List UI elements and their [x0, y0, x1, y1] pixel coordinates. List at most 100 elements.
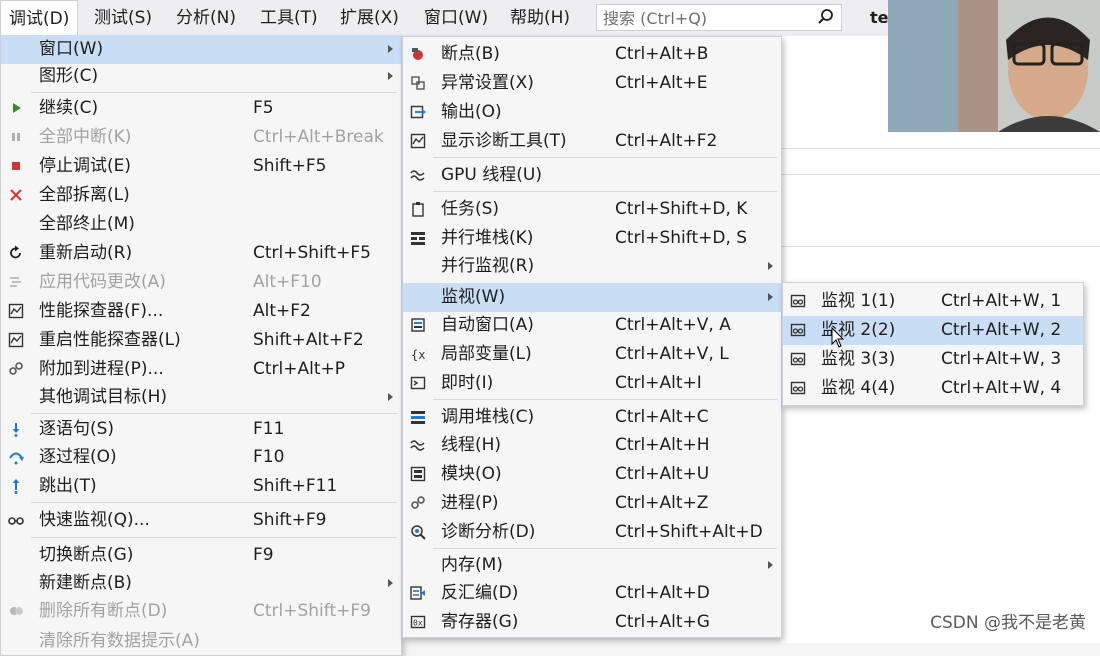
menu-item-label: 自动窗口(A): [441, 315, 534, 335]
detach-icon: [10, 189, 22, 201]
attach-icon: [9, 362, 23, 375]
menu-item-diagnostic-analysis[interactable]: 诊断分析(D) Ctrl+Shift+Alt+D: [403, 518, 781, 547]
breakpoint-icon: [412, 48, 423, 60]
menu-item-shortcut: Ctrl+Alt+F2: [615, 131, 718, 151]
menu-item-show-diagnostic-tools[interactable]: 显示诊断工具(T) Ctrl+Alt+F2: [403, 127, 781, 156]
menu-separator: [31, 502, 397, 503]
menu-item-disassembly[interactable]: 反汇编(D) Ctrl+Alt+D: [403, 579, 781, 608]
menu-item-call-stack[interactable]: 调用堆栈(C) Ctrl+Alt+C: [403, 403, 781, 432]
menu-item-memory[interactable]: 内存(M): [403, 551, 781, 580]
search-box[interactable]: [596, 4, 842, 31]
menu-item-label: 监视(W): [441, 287, 506, 307]
menu-item-restart[interactable]: 重新启动(R) Ctrl+Shift+F5: [1, 239, 401, 268]
menu-item-watch-1[interactable]: 监视 1(1) Ctrl+Alt+W, 1: [783, 287, 1083, 316]
menu-item-other-debug-targets[interactable]: 其他调试目标(H): [1, 383, 401, 412]
menu-item-exception-settings[interactable]: 异常设置(X) Ctrl+Alt+E: [403, 69, 781, 98]
menu-item-shortcut: Ctrl+Shift+D, S: [615, 228, 748, 248]
menu-item-shortcut: Ctrl+Shift+F9: [253, 601, 371, 621]
menu-test[interactable]: 测试(S): [86, 0, 160, 36]
menu-item-parallel-stacks[interactable]: 并行堆栈(K) Ctrl+Shift+D, S: [403, 224, 781, 253]
menu-item-autos[interactable]: 自动窗口(A) Ctrl+Alt+V, A: [403, 311, 781, 340]
menu-item-locals[interactable]: {x} 局部变量(L) Ctrl+Alt+V, L: [403, 340, 781, 369]
menu-item-step-out[interactable]: 跳出(T) Shift+F11: [1, 472, 401, 501]
menu-item-performance-profiler[interactable]: 性能探查器(F)... Alt+F2: [1, 297, 401, 326]
step-into-icon: [12, 423, 20, 437]
menu-analyze[interactable]: 分析(N): [168, 0, 244, 36]
menu-separator: [31, 537, 397, 538]
menu-item-label: 图形(C): [39, 66, 99, 86]
menu-item-output[interactable]: 输出(O): [403, 98, 781, 127]
menu-item-shortcut: Ctrl+Alt+U: [615, 464, 710, 484]
menu-item-watch[interactable]: 监视(W): [403, 283, 781, 312]
menu-item-label: 并行堆栈(K): [441, 228, 534, 248]
stop-icon: [12, 162, 20, 170]
parallel-stack-icon: [411, 232, 425, 245]
apply-code-icon: [10, 277, 21, 287]
menu-item-label: GPU 线程(U): [441, 165, 542, 185]
menu-item-label: 寄存器(G): [441, 612, 519, 632]
menu-help[interactable]: 帮助(H): [502, 0, 578, 36]
menu-extensions[interactable]: 扩展(X): [332, 0, 407, 36]
menu-item-modules[interactable]: 模块(O) Ctrl+Alt+U: [403, 460, 781, 489]
search-input[interactable]: [601, 6, 815, 31]
menu-separator: [433, 548, 777, 549]
menu-item-new-breakpoint[interactable]: 新建断点(B): [1, 569, 401, 598]
menu-item-label: 全部拆离(L): [39, 185, 130, 205]
menu-item-detach-all[interactable]: 全部拆离(L): [1, 181, 401, 210]
menu-item-quickwatch[interactable]: 快速监视(Q)... Shift+F9: [1, 506, 401, 535]
menu-item-shortcut: Shift+F11: [253, 476, 338, 496]
menu-item-step-over[interactable]: 逐过程(O) F10: [1, 443, 401, 472]
menu-item-step-into[interactable]: 逐语句(S) F11: [1, 415, 401, 444]
submenu-arrow-icon: [388, 579, 393, 587]
menu-item-processes[interactable]: 进程(P) Ctrl+Alt+Z: [403, 489, 781, 518]
menu-item-label: 清除所有数据提示(A): [39, 631, 200, 651]
menu-window[interactable]: 窗口(W): [416, 0, 496, 36]
editor-divider: [780, 148, 1100, 149]
submenu-arrow-icon: [388, 45, 393, 53]
menu-item-label: 性能探查器(F)...: [39, 301, 164, 321]
menu-item-watch-2[interactable]: 监视 2(2) Ctrl+Alt+W, 2: [783, 316, 1083, 345]
menu-item-delete-all-breakpoints[interactable]: 删除所有断点(D) Ctrl+Shift+F9: [1, 597, 401, 626]
search-icon[interactable]: [817, 8, 835, 26]
menu-item-watch-3[interactable]: 监视 3(3) Ctrl+Alt+W, 3: [783, 345, 1083, 374]
menu-item-graphics[interactable]: 图形(C): [1, 62, 401, 91]
debug-menu: 窗口(W) 图形(C) 继续(C) F5 全部中断(K) Ctrl+Alt+Br…: [0, 35, 402, 656]
menu-item-tasks[interactable]: 任务(S) Ctrl+Shift+D, K: [403, 195, 781, 224]
menu-debug[interactable]: 调试(D): [0, 0, 79, 37]
document-tab-fragment[interactable]: te: [870, 8, 889, 27]
menu-item-shortcut: F10: [253, 447, 285, 467]
menu-item-windows[interactable]: 窗口(W): [1, 35, 401, 64]
menu-item-relaunch-profiler[interactable]: 重启性能探查器(L) Shift+Alt+F2: [1, 326, 401, 355]
mouse-cursor-icon: [831, 327, 845, 348]
menu-item-watch-4[interactable]: 监视 4(4) Ctrl+Alt+W, 4: [783, 374, 1083, 403]
menu-item-label: 调用堆栈(C): [441, 407, 535, 427]
menu-item-parallel-watch[interactable]: 并行监视(R): [403, 252, 781, 281]
menu-separator: [31, 413, 397, 414]
menu-item-registers[interactable]: 0x 寄存器(G) Ctrl+Alt+G: [403, 608, 781, 637]
menu-separator: [433, 399, 777, 400]
menu-item-label: 窗口(W): [39, 39, 104, 59]
menu-item-label: 全部终止(M): [39, 214, 135, 234]
watch-icon: [790, 294, 806, 308]
menu-item-continue[interactable]: 继续(C) F5: [1, 94, 401, 123]
menu-item-immediate[interactable]: 即时(I) Ctrl+Alt+I: [403, 369, 781, 398]
menu-item-label: 重新启动(R): [39, 243, 133, 263]
menu-item-attach-to-process[interactable]: 附加到进程(P)... Ctrl+Alt+P: [1, 355, 401, 384]
menu-item-threads[interactable]: 线程(H) Ctrl+Alt+H: [403, 431, 781, 460]
menu-item-label: 切换断点(G): [39, 545, 134, 565]
menu-item-apply-code-changes[interactable]: 应用代码更改(A) Alt+F10: [1, 268, 401, 297]
menu-item-clear-all-datatips[interactable]: 清除所有数据提示(A): [1, 627, 401, 656]
menu-item-shortcut: Shift+F9: [253, 510, 327, 530]
call-stack-icon: [411, 411, 425, 424]
menu-item-gpu-threads[interactable]: GPU 线程(U): [403, 161, 781, 190]
menu-item-label: 显示诊断工具(T): [441, 131, 567, 151]
menu-tools[interactable]: 工具(T): [252, 0, 326, 36]
menu-item-terminate-all[interactable]: 全部终止(M): [1, 210, 401, 239]
menu-item-shortcut: Ctrl+Alt+B: [615, 44, 709, 64]
menu-item-breakpoints[interactable]: 断点(B) Ctrl+Alt+B: [403, 40, 781, 69]
watch-icon: [790, 352, 806, 366]
menu-item-toggle-breakpoint[interactable]: 切换断点(G) F9: [1, 541, 401, 570]
menu-item-label: 逐过程(O): [39, 447, 117, 467]
menu-item-break-all[interactable]: 全部中断(K) Ctrl+Alt+Break: [1, 123, 401, 152]
menu-item-stop-debugging[interactable]: 停止调试(E) Shift+F5: [1, 152, 401, 181]
